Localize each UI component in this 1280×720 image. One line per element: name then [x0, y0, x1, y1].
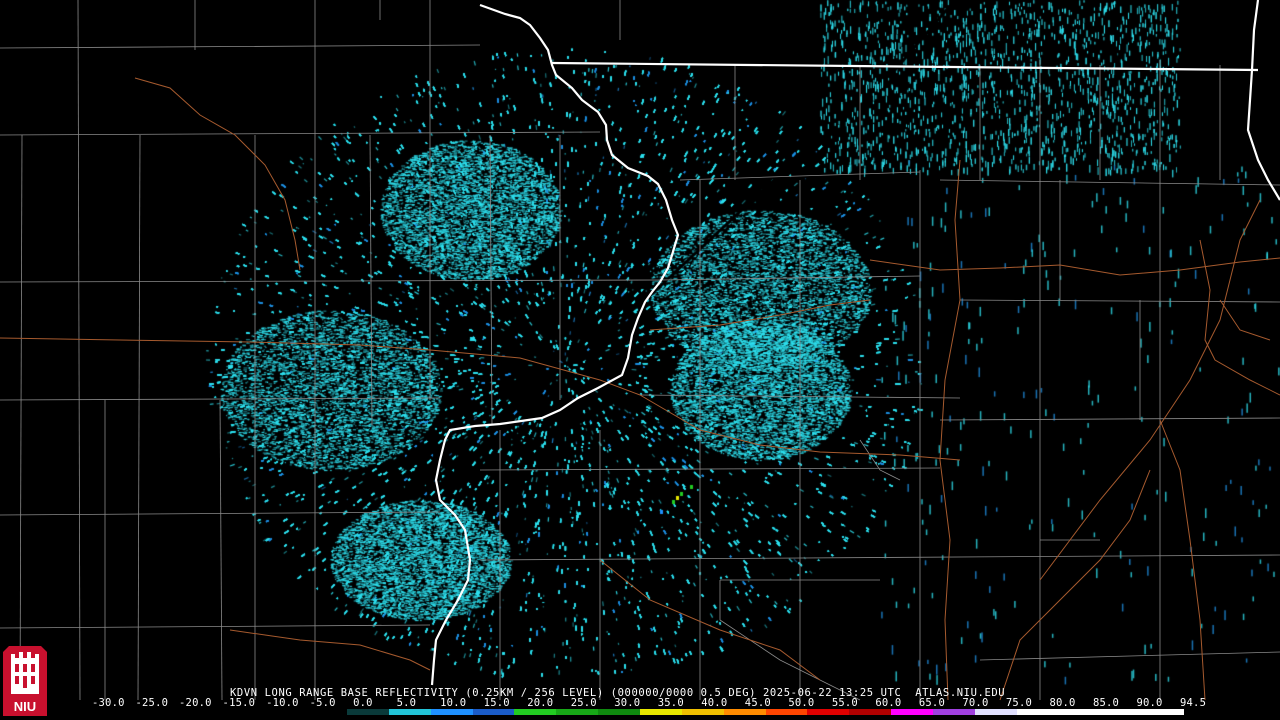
colorbar-segment [556, 709, 599, 715]
scale-label: 35.0 [657, 697, 684, 709]
state-borders [430, 0, 1280, 686]
colorbar-segment [891, 709, 933, 715]
scale-label: 50.0 [788, 697, 815, 709]
scale-labels: -30.0 -25.0 -20.0 -15.0 -10.0 -5.0 0.0 5.0 10.0 1… [92, 697, 1206, 709]
scale-label: -5.0 [309, 697, 336, 709]
colorbar-segment [723, 709, 766, 715]
niu-logo: NIU [3, 646, 47, 716]
scale-label: -25.0 [135, 697, 169, 709]
colorbar-segment [598, 709, 640, 715]
scale-label: 85.0 [1092, 697, 1120, 709]
scale-label: -10.0 [266, 697, 299, 709]
scale-label: 25.0 [570, 697, 597, 709]
scale-label: 45.0 [744, 697, 771, 709]
colorbar-segment [305, 709, 348, 715]
scale-label: 40.0 [701, 697, 728, 709]
colorbar-segment [681, 709, 724, 715]
colorbar-segment [96, 709, 138, 715]
colorbar-segment [1058, 709, 1101, 715]
reflectivity-colorbar [96, 709, 1184, 715]
scale-label: 60.0 [875, 697, 902, 709]
highways [0, 77, 1280, 701]
colorbar-segment [1016, 709, 1059, 715]
colorbar-segment [472, 709, 515, 715]
colorbar-segment [221, 709, 264, 715]
colorbar-segment [514, 709, 557, 715]
colorbar-segment [179, 709, 222, 715]
scale-label: 55.0 [831, 697, 858, 709]
map-overlay [0, 0, 1280, 701]
colorbar-segment [1142, 709, 1184, 715]
colorbar-segment [263, 709, 306, 715]
colorbar-segment [765, 709, 808, 715]
colorbar-segment [430, 709, 473, 715]
colorbar-segment [807, 709, 850, 715]
scale-label: 0.0 [353, 697, 373, 709]
scale-label: 15.0 [483, 697, 510, 709]
colorbar-segment [347, 709, 389, 715]
colorbar-segment [137, 709, 180, 715]
scale-label: -20.0 [179, 697, 212, 709]
scale-label: 80.0 [1049, 697, 1076, 709]
scale-label: -15.0 [222, 697, 256, 709]
colorbar-segment [639, 709, 682, 715]
scale-label: 20.0 [527, 697, 554, 709]
colorbar-segment [932, 709, 975, 715]
scale-label: 5.0 [396, 697, 417, 709]
scale-label: 30.0 [614, 697, 641, 709]
colorbar-segment [388, 709, 431, 715]
county-borders [0, 0, 1280, 701]
scale-label: 70.0 [962, 697, 989, 709]
scale-label: 65.0 [918, 697, 945, 709]
scale-label: 10.0 [440, 697, 467, 709]
scale-label: 94.5 [1180, 697, 1207, 709]
scale-label: -30.0 [92, 697, 125, 709]
colorbar-segment [974, 709, 1017, 715]
logo-text: NIU [14, 699, 36, 714]
scale-label: 75.0 [1005, 697, 1032, 709]
colorbar-segment [849, 709, 892, 715]
colorbar-segment [1100, 709, 1143, 715]
scale-label: 90.0 [1136, 697, 1163, 709]
